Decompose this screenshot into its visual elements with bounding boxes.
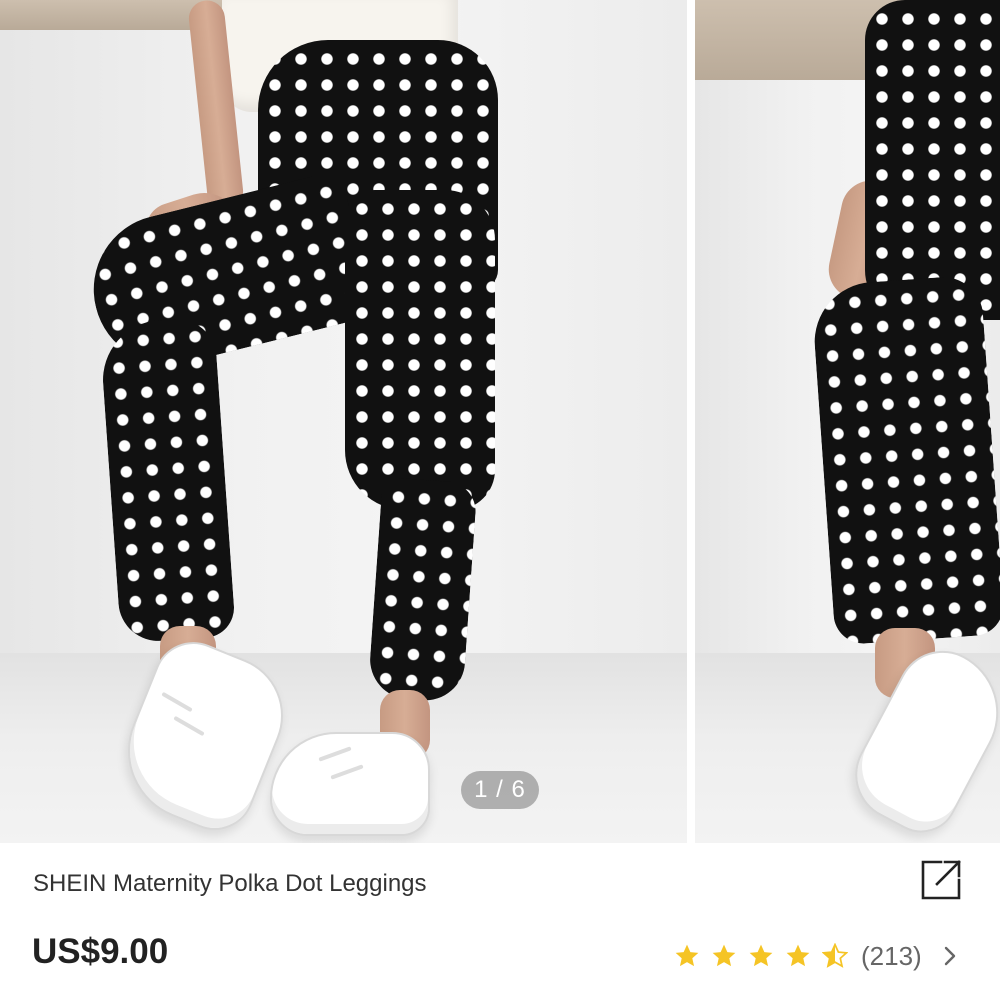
product-rating[interactable]: (213) xyxy=(674,936,960,976)
product-image-main[interactable]: 1 / 6 xyxy=(0,0,687,843)
half-star-icon xyxy=(822,943,848,968)
star-icon xyxy=(675,944,699,967)
leggings-bent-calf xyxy=(98,316,237,644)
chevron-right-icon[interactable] xyxy=(940,945,960,967)
share-external-icon[interactable] xyxy=(919,858,963,902)
star-icon xyxy=(786,944,810,967)
image-counter: 1 / 6 xyxy=(461,771,539,809)
leggings-standing-calf xyxy=(367,476,478,704)
review-count: (213) xyxy=(861,940,922,971)
product-image-next[interactable] xyxy=(695,0,1000,843)
leggings-waist xyxy=(865,0,1000,320)
star-icon xyxy=(749,944,773,967)
product-title: SHEIN Maternity Polka Dot Leggings xyxy=(33,870,427,897)
star-icon xyxy=(712,944,736,967)
leggings-leg xyxy=(810,274,1000,646)
product-image-gallery[interactable]: 1 / 6 xyxy=(0,0,1000,843)
product-price: US$9.00 xyxy=(32,932,169,971)
leggings-standing-thigh xyxy=(345,190,495,510)
